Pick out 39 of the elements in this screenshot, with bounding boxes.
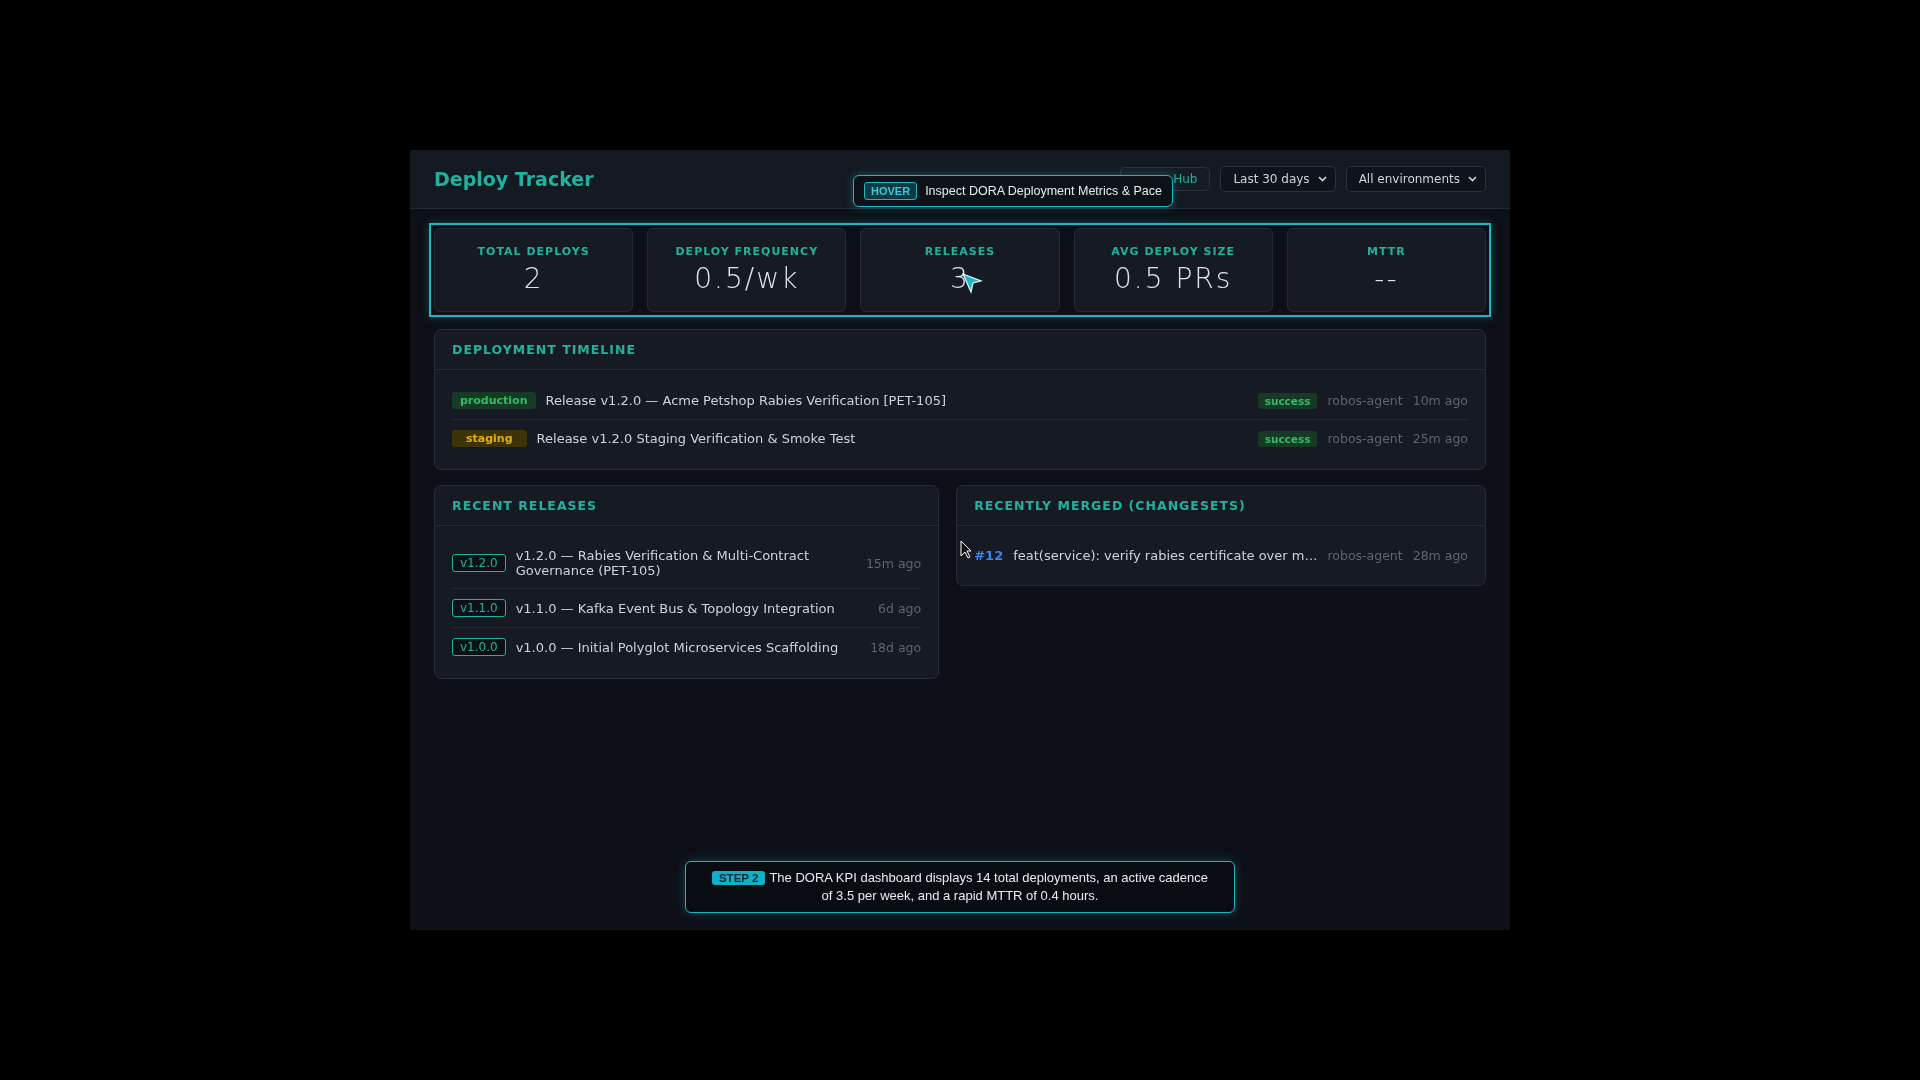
release-title: v1.1.0 — Kafka Event Bus & Topology Integration bbox=[515, 600, 836, 616]
kpi-label: RELEASES bbox=[924, 245, 996, 258]
timestamp: 18d ago bbox=[870, 639, 922, 655]
timestamp: 6d ago bbox=[878, 600, 922, 616]
panel-title: RECENTLY MERGED (CHANGESETS) bbox=[957, 486, 1485, 526]
kpi-value: 0.5/wk bbox=[694, 262, 800, 295]
deployment-title: Release v1.2.0 — Acme Petshop Rabies Verification [PET-105] bbox=[545, 393, 947, 408]
author: robos-agent bbox=[1327, 431, 1403, 446]
status-tag: success bbox=[1257, 392, 1318, 409]
author: robos-agent bbox=[1327, 393, 1403, 408]
version-tag: v1.1.0 bbox=[452, 599, 506, 617]
changeset-title: feat(service): verify rabies certificate over m… bbox=[1013, 548, 1318, 563]
panel-title: RECENT RELEASES bbox=[435, 486, 939, 526]
timestamp: 28m ago bbox=[1412, 548, 1468, 563]
environment-tag: production bbox=[452, 392, 536, 409]
timestamp: 25m ago bbox=[1412, 431, 1468, 446]
kpi-value: 3 bbox=[950, 262, 970, 295]
kpi-value: -- bbox=[1374, 262, 1399, 295]
kpi-label: MTTR bbox=[1367, 245, 1406, 258]
tooltip-text: Inspect DORA Deployment Metrics & Pace bbox=[925, 184, 1163, 198]
version-tag: v1.2.0 bbox=[452, 554, 506, 572]
release-title: v1.0.0 — Initial Polyglot Microservices Scaffolding bbox=[515, 639, 840, 655]
panel-title: DEPLOYMENT TIMELINE bbox=[435, 330, 1485, 370]
kpi-value: 0.5 PRs bbox=[1114, 262, 1233, 295]
app-title: Deploy Tracker bbox=[434, 168, 594, 190]
deployment-title: Release v1.2.0 Staging Verification & Smoke Test bbox=[536, 431, 857, 446]
kpi-label: TOTAL DEPLOYS bbox=[477, 245, 590, 258]
step-caption: STEP 2 The DORA KPI dashboard displays 14 total deployments, an active cadence of 3.5 per week, and a rapid MTTR of 0.4 hours. bbox=[685, 861, 1235, 913]
timestamp: 10m ago bbox=[1412, 393, 1468, 408]
kpi-label: AVG DEPLOY SIZE bbox=[1111, 245, 1236, 258]
kpi-label: DEPLOY FREQUENCY bbox=[675, 245, 819, 258]
environment-tag: staging bbox=[452, 430, 527, 447]
kpi-value: 2 bbox=[523, 262, 544, 295]
version-tag: v1.0.0 bbox=[452, 638, 506, 656]
release-title: v1.2.0 — Rabies Verification & Multi-Contract Governance (PET-105) bbox=[515, 548, 810, 578]
timestamp: 15m ago bbox=[865, 555, 922, 571]
status-tag: success bbox=[1257, 430, 1318, 447]
hover-label: HOVER bbox=[864, 182, 918, 200]
author: robos-agent bbox=[1327, 548, 1403, 563]
